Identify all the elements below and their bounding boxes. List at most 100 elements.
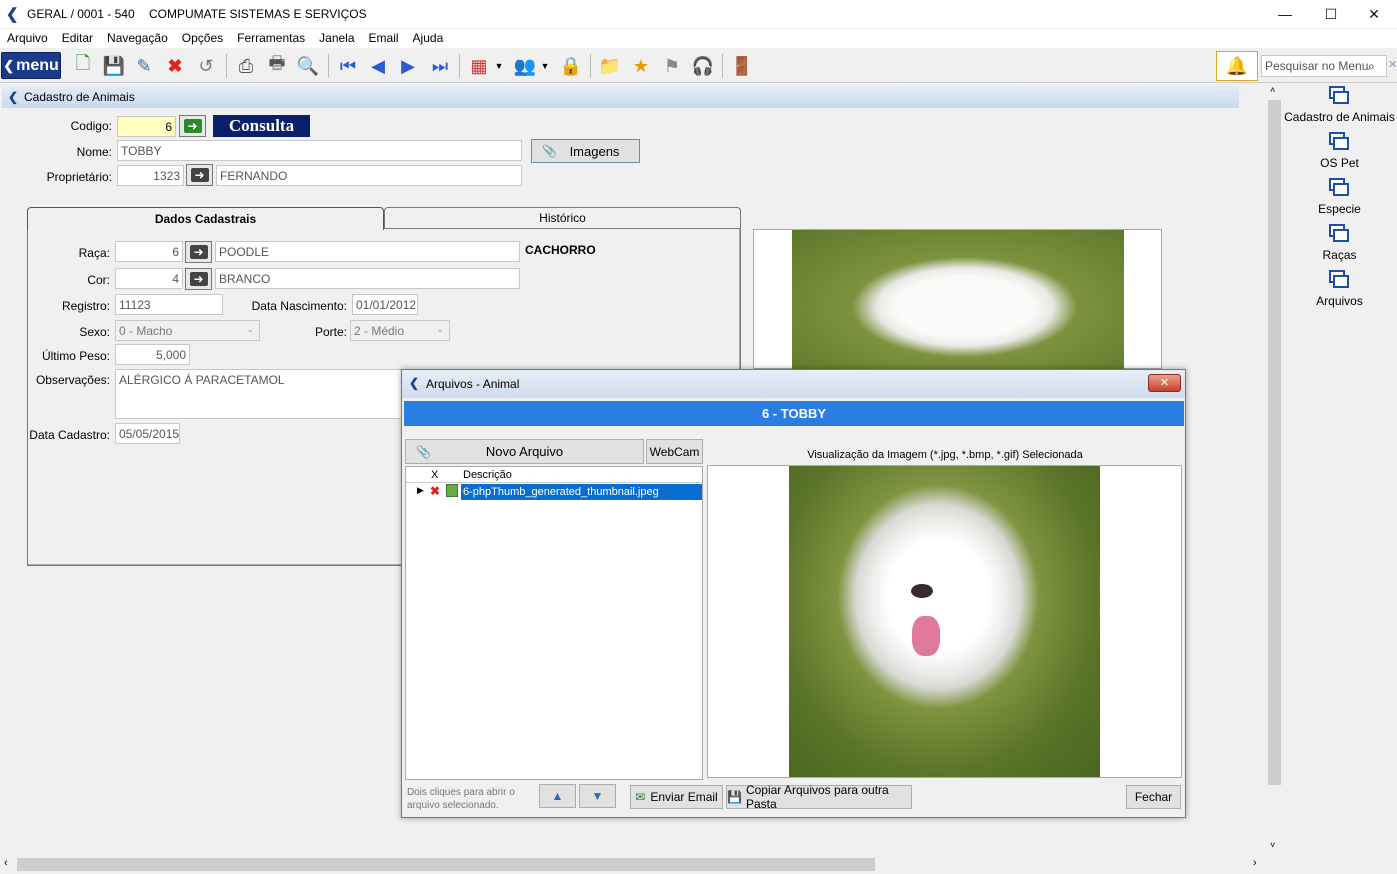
minimize-button[interactable]: — xyxy=(1262,0,1308,28)
cadastro-input[interactable]: 05/05/2015 xyxy=(115,423,180,444)
tab-historico[interactable]: Histórico xyxy=(384,207,741,228)
menu-editar[interactable]: Editar xyxy=(55,29,100,48)
horizontal-scrollbar[interactable]: ‹ › xyxy=(0,856,1266,873)
cadastro-label: Data Cadastro: xyxy=(29,428,110,442)
close-button[interactable]: ✕ xyxy=(1351,0,1397,28)
sidebar-item-especie[interactable]: Especie xyxy=(1282,178,1397,216)
form-title: Cadastro de Animais xyxy=(24,90,135,104)
folder-icon[interactable]: 📁 xyxy=(597,53,623,79)
nome-input[interactable]: TOBBY xyxy=(117,140,522,161)
menu-navegacao[interactable]: Navegação xyxy=(100,29,175,48)
tab-dados-cadastrais[interactable]: Dados Cadastrais xyxy=(27,207,384,230)
scroll-thumb[interactable] xyxy=(17,858,875,871)
main-menu-button[interactable]: ❮ menu xyxy=(1,52,61,79)
cor-code-input[interactable]: 4 xyxy=(115,268,183,289)
paperclip-icon: 📎 xyxy=(542,144,557,158)
scroll-up-icon[interactable]: ˄ xyxy=(1270,85,1275,95)
scroll-down-icon[interactable]: ˅ xyxy=(1270,840,1275,850)
move-down-button[interactable]: ▼ xyxy=(579,784,616,808)
menu-email[interactable]: Email xyxy=(362,29,406,48)
move-up-button[interactable]: ▲ xyxy=(539,784,576,808)
menu-opcoes[interactable]: Opções xyxy=(175,29,230,48)
peso-input[interactable]: 5,000 xyxy=(115,344,190,365)
favorites-icon[interactable]: ★ xyxy=(628,53,654,79)
proprietario-name-input[interactable]: FERNANDO xyxy=(216,165,522,186)
clear-search-icon[interactable]: ✕ xyxy=(1388,58,1397,71)
calendar-icon[interactable]: ▦ xyxy=(466,53,492,79)
print-preview-icon[interactable]: ⎙ xyxy=(233,53,259,79)
sidebar-item-cadastro-animais[interactable]: Cadastro de Animais xyxy=(1282,86,1397,124)
nascimento-input[interactable]: 01/01/2012 xyxy=(352,294,418,315)
sexo-select[interactable]: 0 - Macho ⌄ xyxy=(115,320,260,341)
new-record-icon[interactable]: 🗋 xyxy=(70,53,96,79)
cor-lookup-button[interactable]: ➜ xyxy=(185,268,212,290)
webcam-button[interactable]: WebCam xyxy=(646,439,703,464)
flag-icon[interactable]: ⚑ xyxy=(659,53,685,79)
dialog-header: 6 - TOBBY xyxy=(404,401,1184,426)
novo-arquivo-button[interactable]: 📎 Novo Arquivo xyxy=(405,439,644,464)
codigo-input[interactable]: 6 xyxy=(117,116,176,137)
dialog-title-bar: ❮ Arquivos - Animal ✕ xyxy=(402,370,1185,398)
first-record-icon[interactable]: ⏮ xyxy=(335,53,361,79)
file-description[interactable]: 6-phpThumb_generated_thumbnail.jpeg xyxy=(461,484,702,500)
scroll-thumb[interactable] xyxy=(1268,100,1281,785)
undo-icon[interactable]: ↺ xyxy=(193,53,219,79)
column-header-x[interactable]: X xyxy=(431,469,438,481)
enviar-email-button[interactable]: ✉ Enviar Email xyxy=(630,785,723,809)
dog-nose xyxy=(911,584,933,598)
zoom-preview-icon[interactable]: 🔍 xyxy=(295,53,321,79)
menu-ferramentas[interactable]: Ferramentas xyxy=(230,29,312,48)
sidebar-item-os-pet[interactable]: OS Pet xyxy=(1282,132,1397,170)
imagens-button[interactable]: 📎 Imagens xyxy=(531,139,640,163)
support-icon[interactable]: 🎧 xyxy=(690,53,716,79)
email-icon: ✉ xyxy=(635,790,646,804)
chevron-down-icon[interactable]: ▼ xyxy=(538,53,552,79)
search-icon[interactable]: ⌕ xyxy=(1368,59,1375,74)
chevron-down-icon[interactable]: ▼ xyxy=(492,53,506,79)
users-icon[interactable]: 👥 xyxy=(512,53,538,79)
hint-text: Dois cliques para abrir o arquivo seleci… xyxy=(407,787,515,811)
scroll-right-icon[interactable]: › xyxy=(1253,857,1257,869)
save-icon[interactable]: 💾 xyxy=(101,53,127,79)
form-title-bar: ❮ Cadastro de Animais xyxy=(2,86,1239,108)
scroll-left-icon[interactable]: ‹ xyxy=(4,857,8,869)
next-record-icon[interactable]: ▶ xyxy=(395,53,421,79)
sidebar-item-arquivos[interactable]: Arquivos xyxy=(1282,270,1397,308)
dialog-close-button[interactable]: ✕ xyxy=(1148,374,1181,392)
previous-record-icon[interactable]: ◀ xyxy=(365,53,391,79)
porte-select[interactable]: 2 - Médio ⌄ xyxy=(350,320,450,341)
print-icon[interactable]: 🖶 xyxy=(264,53,290,79)
delete-file-icon[interactable]: ✖ xyxy=(430,484,440,498)
column-header-descricao[interactable]: Descrição xyxy=(463,469,512,481)
copiar-arquivos-button[interactable]: 💾 Copiar Arquivos para outra Pasta xyxy=(726,783,912,811)
cor-label: Cor: xyxy=(87,273,110,287)
edit-icon[interactable]: ✎ xyxy=(131,53,157,79)
codigo-go-button[interactable]: ➜ xyxy=(179,115,206,137)
raca-name-input[interactable]: POODLE xyxy=(215,241,520,262)
maximize-button[interactable]: ☐ xyxy=(1308,0,1354,28)
menu-ajuda[interactable]: Ajuda xyxy=(406,29,451,48)
raca-lookup-button[interactable]: ➜ xyxy=(185,241,212,263)
registro-input[interactable]: 11123 xyxy=(115,294,223,315)
menu-arquivo[interactable]: Arquivo xyxy=(0,29,55,48)
window-stack-icon xyxy=(1328,178,1351,200)
vertical-scrollbar[interactable]: ˄ ˅ xyxy=(1266,83,1283,856)
back-icon[interactable]: ❮ xyxy=(8,90,18,104)
last-record-icon[interactable]: ⏭ xyxy=(427,53,453,79)
toolbar-separator xyxy=(459,54,460,78)
obs-textarea[interactable]: ALÉRGICO Á PARACETAMOL xyxy=(115,369,405,419)
mode-badge: Consulta xyxy=(213,115,310,137)
delete-icon[interactable]: ✖ xyxy=(162,53,188,79)
notification-bell-icon[interactable]: 🔔 xyxy=(1216,51,1258,81)
lock-icon[interactable]: 🔒 xyxy=(558,53,584,79)
exit-icon[interactable]: 🚪 xyxy=(729,53,755,79)
cor-name-input[interactable]: BRANCO xyxy=(215,268,520,289)
menu-janela[interactable]: Janela xyxy=(312,29,361,48)
table-row[interactable]: ▶ ✖ 6-phpThumb_generated_thumbnail.jpeg xyxy=(406,484,702,500)
proprietario-lookup-button[interactable]: ➜ xyxy=(186,164,213,186)
proprietario-code-input[interactable]: 1323 xyxy=(117,165,184,186)
fechar-button[interactable]: Fechar xyxy=(1126,785,1181,809)
sidebar-item-racas[interactable]: Raças xyxy=(1282,224,1397,262)
codigo-label: Codigo: xyxy=(70,119,112,133)
raca-code-input[interactable]: 6 xyxy=(115,241,183,262)
